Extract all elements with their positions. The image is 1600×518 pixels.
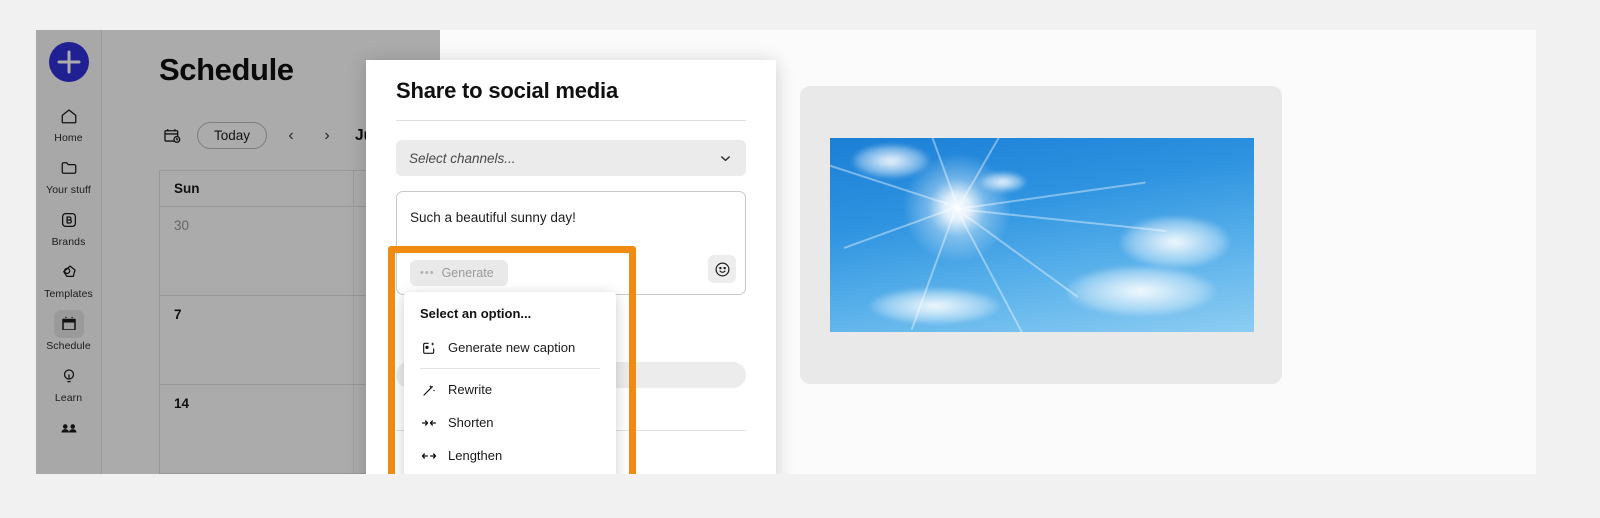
prev-month-button[interactable]: ‹ (279, 124, 303, 148)
calendar-day-cell[interactable]: 30 (160, 207, 354, 296)
sidebar-item-label: Your stuff (46, 184, 91, 196)
menu-item-rewrite[interactable]: Rewrite (404, 373, 616, 406)
folder-icon (54, 154, 84, 182)
sidebar-item-label: Schedule (46, 340, 91, 352)
menu-item-lengthen[interactable]: Lengthen (404, 439, 616, 472)
sidebar-item-label: Home (54, 132, 83, 144)
calendar-column-header: Sun (160, 171, 354, 207)
menu-heading: Select an option... (420, 306, 532, 321)
home-icon (54, 102, 84, 130)
sidebar-item-home[interactable]: Home (38, 98, 100, 146)
sidebar-item-your-stuff[interactable]: Your stuff (38, 150, 100, 198)
calendar-day-cell[interactable]: 14 (160, 385, 354, 474)
next-month-button[interactable]: › (315, 124, 339, 148)
dialog-divider (396, 120, 746, 121)
preview-image (830, 138, 1254, 332)
sidebar-item-label: Brands (51, 236, 86, 248)
generate-button[interactable]: ••• Generate (410, 260, 508, 286)
chevron-down-icon (721, 155, 730, 161)
sidebar-item-label: Templates (44, 288, 93, 300)
select-channels-placeholder: Select channels... (409, 150, 516, 166)
community-people-icon[interactable] (54, 414, 84, 442)
sidebar-item-learn[interactable]: Learn (38, 358, 100, 406)
sidebar: Home Your stuff Brands Templates Schedul… (36, 30, 102, 474)
menu-item-label: Lengthen (448, 448, 503, 463)
day-number: 14 (174, 396, 190, 411)
preview-card (800, 86, 1282, 384)
sidebar-item-schedule[interactable]: Schedule (38, 306, 100, 354)
menu-item-label: Rewrite (448, 382, 493, 397)
generate-options-menu: Select an option... Generate new caption… (404, 292, 616, 474)
today-button[interactable]: Today (197, 122, 268, 149)
select-channels-dropdown[interactable]: Select channels... (396, 140, 746, 176)
sparkle-image-icon (420, 339, 437, 356)
magic-wand-icon (420, 381, 437, 398)
menu-item-generate-new-caption[interactable]: Generate new caption (404, 331, 616, 364)
templates-icon (54, 258, 84, 286)
smiley-icon (715, 262, 729, 276)
calendar-day-cell[interactable]: 7 (160, 296, 354, 385)
caption-text: Such a beautiful sunny day! (410, 210, 576, 225)
caption-compose-box[interactable]: Such a beautiful sunny day! ••• Generate (396, 191, 746, 295)
emoji-picker-button[interactable] (708, 255, 736, 283)
plus-icon (57, 50, 80, 74)
jump-to-date-icon[interactable] (159, 123, 185, 149)
sidebar-item-templates[interactable]: Templates (38, 254, 100, 302)
new-create-button[interactable] (48, 42, 89, 82)
screen-root: Home Your stuff Brands Templates Schedul… (0, 0, 1600, 518)
menu-item-shorten[interactable]: Shorten (404, 406, 616, 439)
arrows-out-icon (420, 447, 437, 464)
day-number: 7 (174, 307, 182, 322)
sidebar-item-brands[interactable]: Brands (38, 202, 100, 250)
menu-item-label: Shorten (448, 415, 494, 430)
menu-item-label: Generate new caption (448, 340, 576, 355)
day-number: 30 (174, 218, 190, 233)
generate-button-label: Generate (441, 266, 494, 280)
brand-b-icon (54, 206, 84, 234)
sidebar-item-label: Learn (54, 392, 83, 404)
dialog-title: Share to social media (396, 78, 618, 103)
calendar-icon (53, 310, 84, 338)
sparkle-dots-icon: ••• (420, 267, 435, 279)
menu-divider (420, 368, 600, 369)
app-window: Home Your stuff Brands Templates Schedul… (36, 30, 1536, 474)
lightbulb-icon (54, 362, 84, 390)
arrows-in-icon (420, 414, 437, 431)
page-title: Schedule (159, 52, 294, 87)
